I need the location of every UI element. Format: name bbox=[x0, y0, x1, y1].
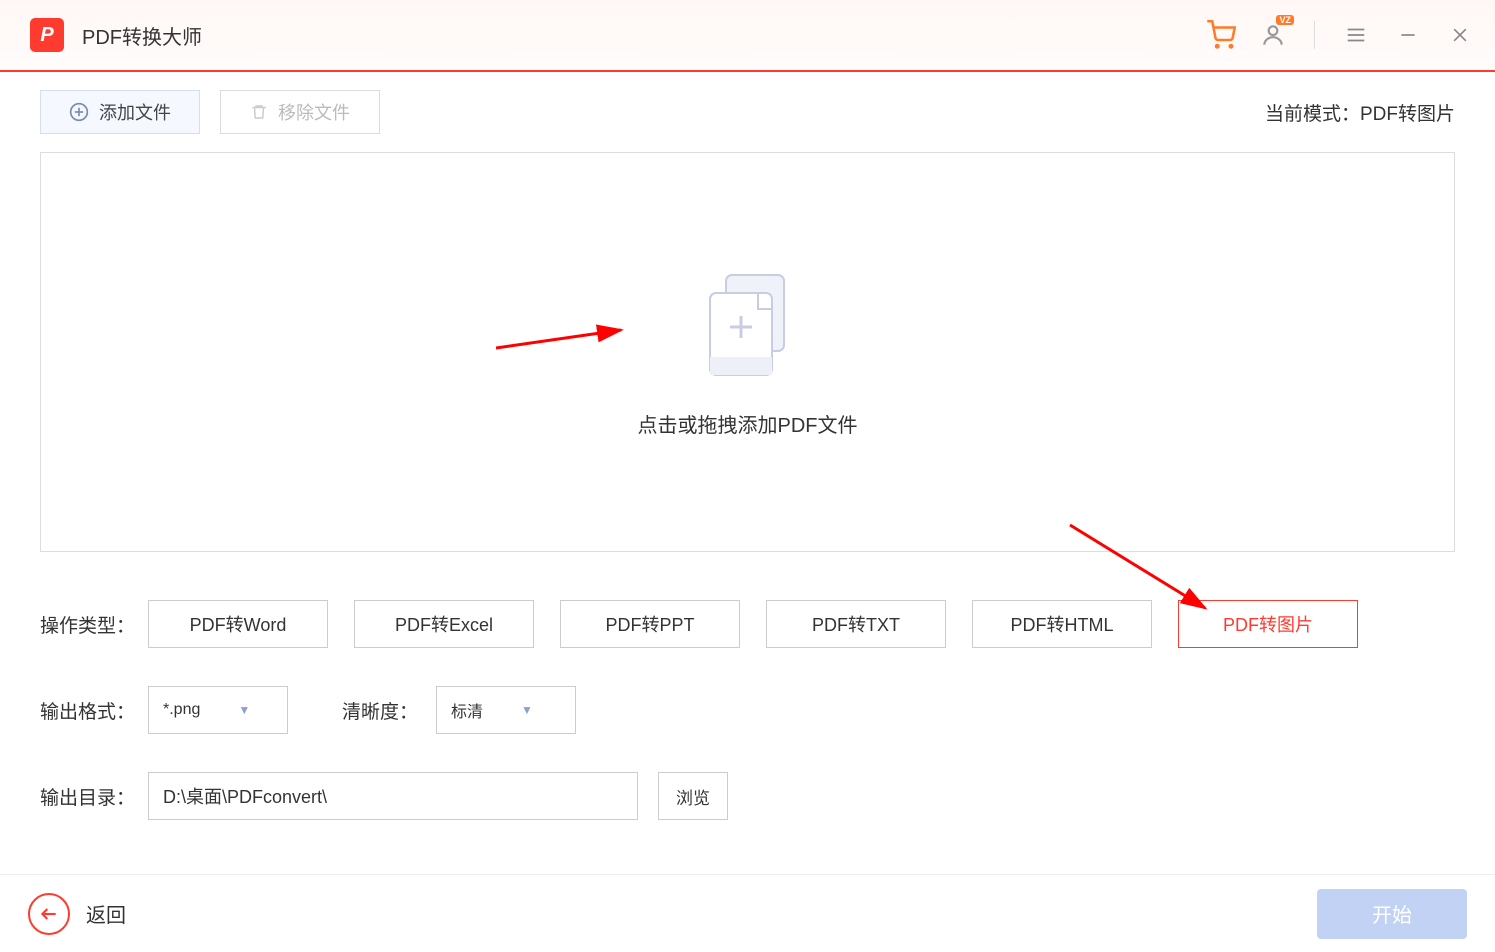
remove-file-label: 移除文件 bbox=[278, 99, 350, 125]
content-area: 添加文件 移除文件 当前模式：PDF转图片 点击或拖拽添加PDF文件 bbox=[0, 72, 1495, 820]
clarity-select[interactable]: 标清 ▼ bbox=[436, 686, 576, 734]
cart-icon[interactable] bbox=[1206, 20, 1236, 50]
clarity-label: 清晰度： bbox=[342, 697, 418, 724]
start-button[interactable]: 开始 bbox=[1317, 889, 1467, 939]
mode-prefix: 当前模式： bbox=[1265, 104, 1360, 125]
logo-letter: P bbox=[40, 24, 53, 47]
type-pdf-to-excel[interactable]: PDF转Excel bbox=[354, 600, 534, 648]
output-dir-row: 输出目录： D:\桌面\PDFconvert\ 浏览 bbox=[40, 772, 1455, 820]
app-logo: P bbox=[30, 18, 64, 52]
chevron-down-icon: ▼ bbox=[521, 703, 533, 717]
output-format-select[interactable]: *.png ▼ bbox=[148, 686, 288, 734]
app-title: PDF转换大师 bbox=[82, 21, 1206, 50]
menu-icon[interactable] bbox=[1341, 20, 1371, 50]
add-file-label: 添加文件 bbox=[99, 99, 171, 125]
type-pdf-to-txt[interactable]: PDF转TXT bbox=[766, 600, 946, 648]
options-panel: 操作类型： PDF转Word PDF转Excel PDF转PPT PDF转TXT… bbox=[40, 600, 1455, 820]
divider bbox=[1314, 21, 1315, 49]
file-toolbar: 添加文件 移除文件 当前模式：PDF转图片 bbox=[40, 90, 1455, 134]
title-bar: P PDF转换大师 VZ bbox=[0, 0, 1495, 72]
operation-type-row: 操作类型： PDF转Word PDF转Excel PDF转PPT PDF转TXT… bbox=[40, 600, 1455, 648]
back-button[interactable]: 返回 bbox=[28, 893, 126, 935]
output-format-value: *.png bbox=[163, 701, 200, 719]
output-dir-value: D:\桌面\PDFconvert\ bbox=[163, 783, 327, 809]
output-format-label: 输出格式： bbox=[40, 697, 148, 724]
user-icon[interactable]: VZ bbox=[1258, 20, 1288, 50]
format-clarity-row: 输出格式： *.png ▼ 清晰度： 标清 ▼ bbox=[40, 686, 1455, 734]
output-dir-label: 输出目录： bbox=[40, 783, 148, 810]
clarity-value: 标清 bbox=[451, 698, 483, 722]
back-arrow-icon bbox=[28, 893, 70, 935]
type-pdf-to-word[interactable]: PDF转Word bbox=[148, 600, 328, 648]
operation-type-label: 操作类型： bbox=[40, 611, 148, 638]
operation-type-buttons: PDF转Word PDF转Excel PDF转PPT PDF转TXT PDF转H… bbox=[148, 600, 1455, 648]
type-pdf-to-ppt[interactable]: PDF转PPT bbox=[560, 600, 740, 648]
close-icon[interactable] bbox=[1445, 20, 1475, 50]
remove-file-button[interactable]: 移除文件 bbox=[220, 90, 380, 134]
minimize-icon[interactable] bbox=[1393, 20, 1423, 50]
file-dropzone[interactable]: 点击或拖拽添加PDF文件 bbox=[40, 152, 1455, 552]
titlebar-controls: VZ bbox=[1206, 20, 1475, 50]
browse-button[interactable]: 浏览 bbox=[658, 772, 728, 820]
user-badge: VZ bbox=[1276, 15, 1294, 25]
output-dir-input[interactable]: D:\桌面\PDFconvert\ bbox=[148, 772, 638, 820]
back-label: 返回 bbox=[86, 899, 126, 928]
footer-bar: 返回 开始 bbox=[0, 874, 1495, 952]
current-mode: 当前模式：PDF转图片 bbox=[1265, 99, 1455, 126]
annotation-arrow-1 bbox=[496, 318, 636, 358]
add-file-button[interactable]: 添加文件 bbox=[40, 90, 200, 134]
add-file-icon bbox=[698, 267, 798, 387]
type-pdf-to-html[interactable]: PDF转HTML bbox=[972, 600, 1152, 648]
mode-value: PDF转图片 bbox=[1360, 104, 1455, 125]
chevron-down-icon: ▼ bbox=[238, 703, 250, 717]
dropzone-hint: 点击或拖拽添加PDF文件 bbox=[638, 409, 858, 438]
type-pdf-to-image[interactable]: PDF转图片 bbox=[1178, 600, 1358, 648]
